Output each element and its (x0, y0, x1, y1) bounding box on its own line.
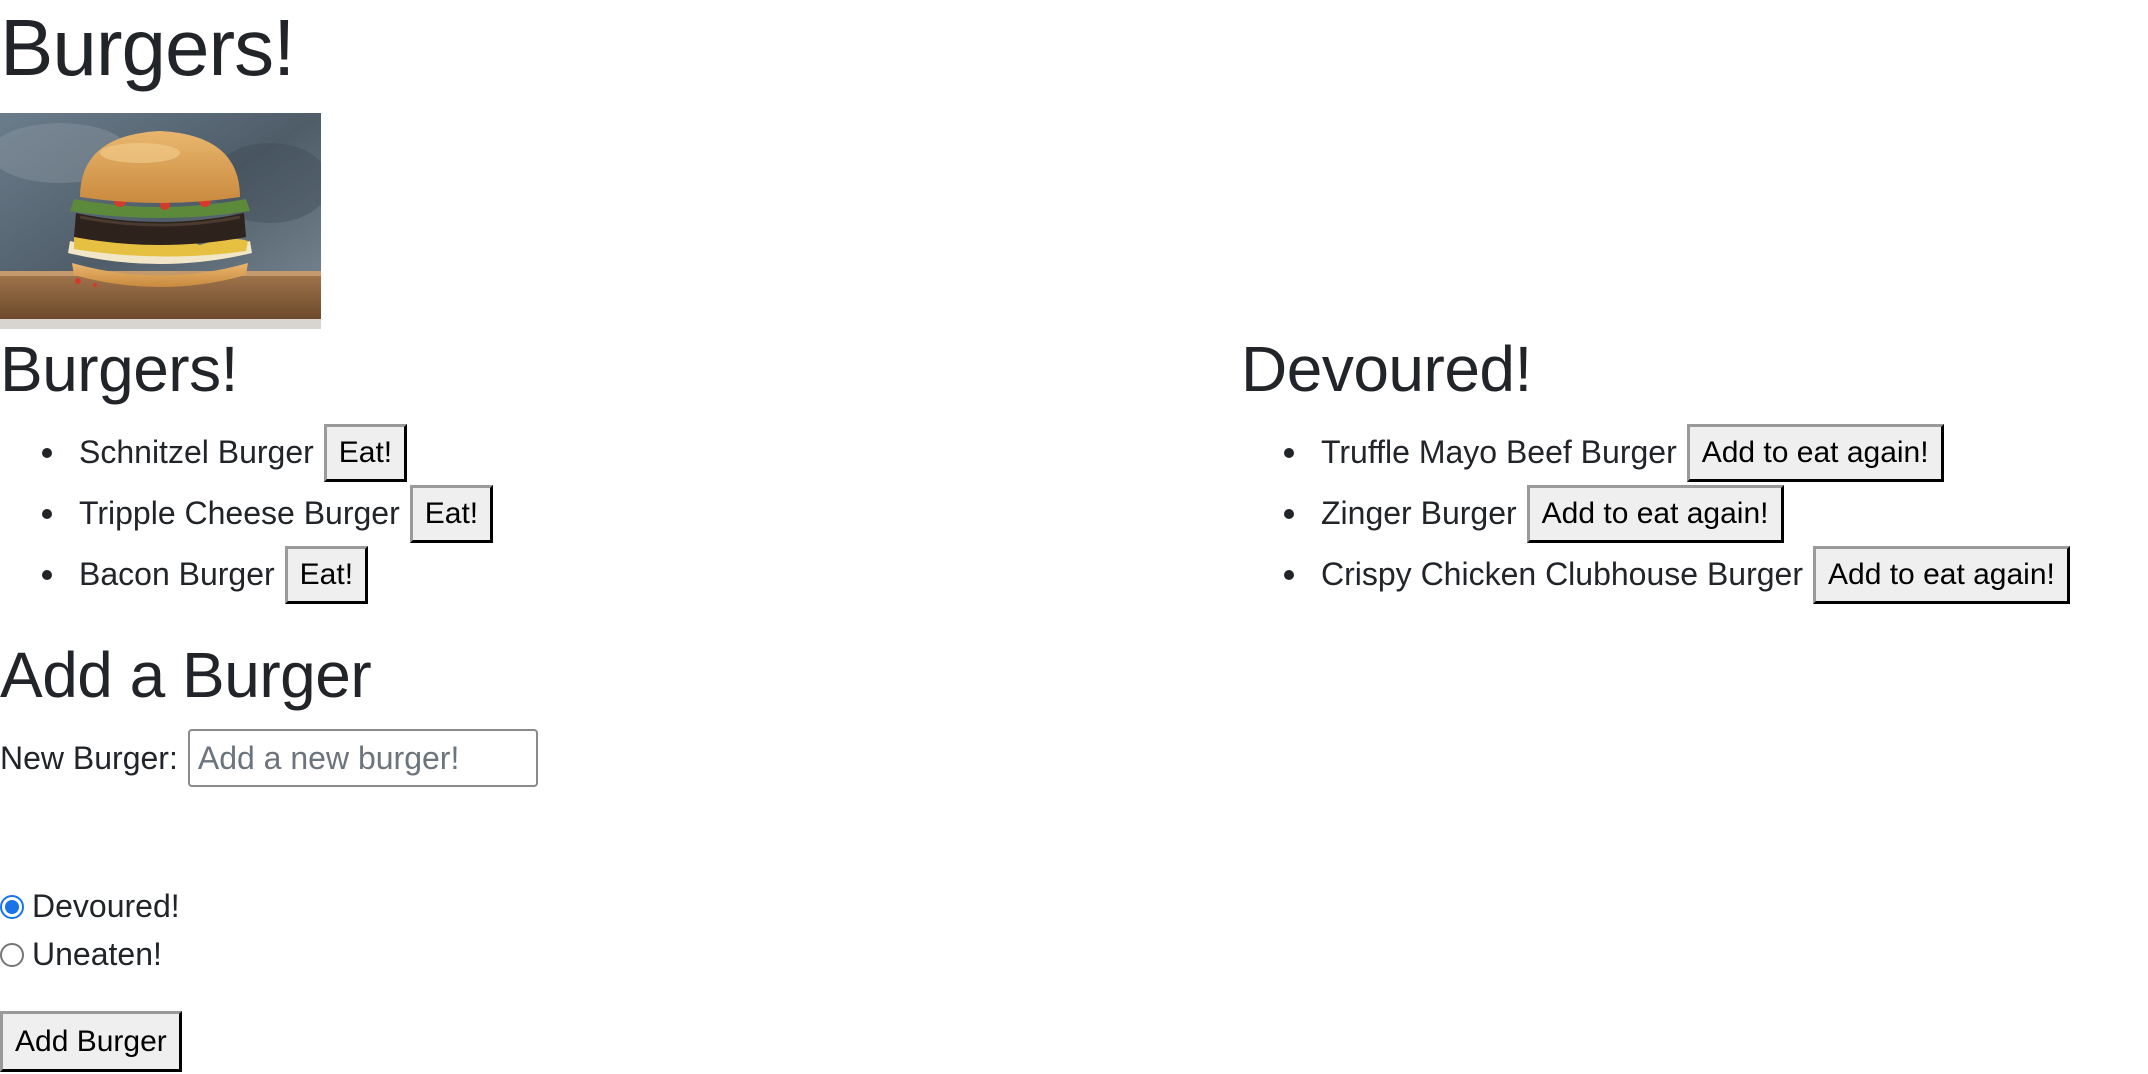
bullet-icon (1284, 508, 1294, 519)
add-burger-button[interactable]: Add Burger (0, 1011, 182, 1072)
radio-unchecked-icon[interactable] (0, 942, 24, 967)
list-item: Bacon Burger Eat! (42, 544, 493, 605)
devoured-section-heading: Devoured! (1241, 333, 1532, 405)
eat-button[interactable]: Eat! (323, 423, 408, 482)
burger-name: Truffle Mayo Beef Burger (1321, 434, 1677, 470)
bullet-icon (1284, 447, 1294, 458)
bullet-icon (42, 447, 52, 458)
burger-illustration (0, 113, 321, 329)
uneaten-section-heading: Burgers! (0, 333, 238, 405)
burger-name: Schnitzel Burger (79, 434, 314, 470)
radio-devoured[interactable]: Devoured! (0, 888, 180, 925)
new-burger-input[interactable] (187, 729, 538, 787)
list-item: Schnitzel Burger Eat! (42, 422, 493, 483)
uneaten-burger-list: Schnitzel Burger Eat! Tripple Cheese Bur… (42, 422, 494, 605)
list-item: Zinger Burger Add to eat again! (1284, 483, 2070, 544)
radio-checked-icon[interactable] (0, 894, 24, 919)
devoured-burger-list: Truffle Mayo Beef Burger Add to eat agai… (1284, 422, 2070, 605)
add-to-eat-again-button[interactable]: Add to eat again! (1686, 423, 1944, 482)
add-burger-heading: Add a Burger (0, 639, 372, 711)
page-title: Burgers! (0, 3, 295, 92)
radio-uneaten-label: Uneaten! (32, 936, 162, 972)
add-to-eat-again-button[interactable]: Add to eat again! (1813, 545, 2070, 604)
burger-image (0, 113, 321, 329)
bullet-icon (42, 569, 52, 580)
burger-name: Bacon Burger (79, 556, 275, 592)
list-item: Crispy Chicken Clubhouse Burger Add to e… (1284, 544, 2070, 605)
radio-uneaten[interactable]: Uneaten! (0, 936, 162, 973)
radio-devoured-label: Devoured! (32, 888, 180, 924)
new-burger-field-row: New Burger: (0, 729, 538, 787)
burger-name: Tripple Cheese Burger (79, 495, 400, 531)
burger-name: Crispy Chicken Clubhouse Burger (1321, 556, 1803, 592)
bullet-icon (42, 508, 52, 519)
eat-button[interactable]: Eat! (409, 484, 494, 543)
new-burger-label: New Burger: (0, 739, 178, 776)
bullet-icon (1284, 569, 1294, 580)
add-to-eat-again-button[interactable]: Add to eat again! (1526, 484, 1784, 543)
list-item: Truffle Mayo Beef Burger Add to eat agai… (1284, 422, 2070, 483)
burger-name: Zinger Burger (1321, 495, 1517, 531)
list-item: Tripple Cheese Burger Eat! (42, 483, 494, 544)
eat-button[interactable]: Eat! (284, 545, 369, 604)
